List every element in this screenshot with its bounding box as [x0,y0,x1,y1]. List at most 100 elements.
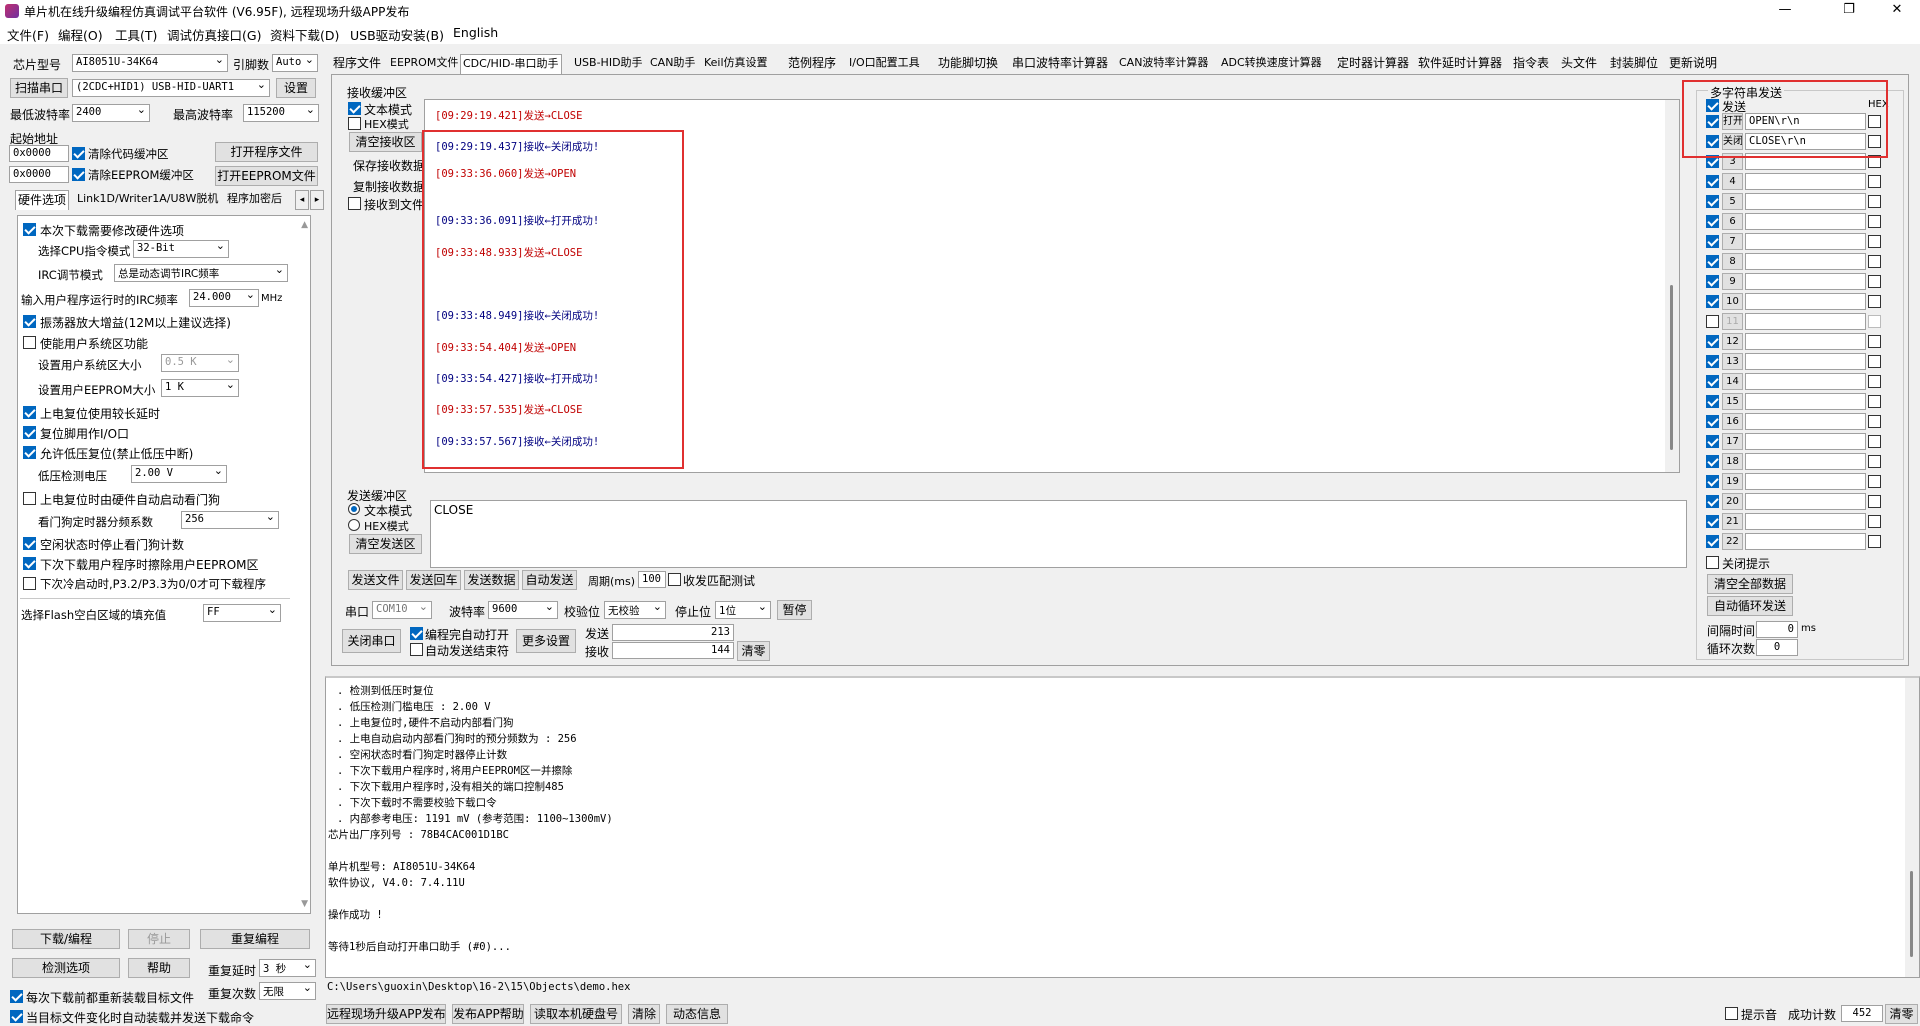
multi-send-checkbox[interactable] [1706,475,1719,488]
menu-tools[interactable]: 工具(T) [115,25,157,44]
multi-hex-checkbox[interactable] [1868,455,1881,468]
multi-send-checkbox[interactable] [1706,455,1719,468]
tab-scroll-right[interactable]: ▸ [310,190,324,210]
irc-freq-select[interactable]: 24.000 [189,289,259,307]
close-button[interactable]: ✕ [1874,0,1920,22]
pin-select[interactable]: Auto [272,54,318,72]
publish-app-help-button[interactable]: 发布APP帮助 [452,1004,524,1024]
receive-scroll-thumb[interactable] [1670,285,1673,450]
period-input[interactable]: 100 [638,571,666,588]
clear-send-button[interactable]: 清空发送区 [349,534,422,554]
long-delay-checkbox[interactable] [23,406,36,419]
multi-send-checkbox[interactable] [1706,215,1719,228]
scroll-down-icon[interactable]: ▼ [301,899,308,909]
multi-send-checkbox[interactable] [1706,235,1719,248]
user-sys-area-checkbox[interactable] [23,336,36,349]
tab-package-pins[interactable]: 封装脚位 [1608,54,1660,74]
multi-hex-checkbox[interactable] [1868,535,1881,548]
reset-pin-io-checkbox[interactable] [23,426,36,439]
log-scrollbar[interactable] [1905,678,1919,977]
repeat-delay-select[interactable]: 3 秒 [259,959,316,977]
menu-english[interactable]: English [453,25,498,40]
maximize-button[interactable]: ❐ [1826,0,1872,22]
multi-send-checkbox[interactable] [1706,355,1719,368]
more-settings-button[interactable]: 更多设置 [516,629,576,653]
menu-debug[interactable]: 调试仿真接口(G) [167,25,261,44]
multi-send-checkbox[interactable] [1706,295,1719,308]
multi-send-button[interactable]: 14 [1722,373,1743,390]
multi-send-checkbox[interactable] [1706,255,1719,268]
detect-options-button[interactable]: 检测选项 [12,958,120,978]
multi-hex-checkbox[interactable] [1868,215,1881,228]
output-log[interactable]: . 检测到低压时复位 . 低压检测门槛电压 : 2.00 V . 上电复位时,硬件不… [325,676,1920,978]
clear-code-checkbox[interactable] [72,147,85,160]
multi-send-button[interactable]: 4 [1722,173,1743,190]
irc-mode-select[interactable]: 总是动态调节IRC频率 [114,264,288,282]
multi-send-input[interactable] [1745,393,1866,410]
pause-button[interactable]: 暂停 [777,600,812,620]
open-eeprom-file-button[interactable]: 打开EEPROM文件 [215,166,318,186]
cpu-mode-select[interactable]: 32-Bit [133,240,229,258]
multi-send-input[interactable] [1745,433,1866,450]
multi-send-input[interactable] [1745,193,1866,210]
multi-send-checkbox[interactable] [1706,335,1719,348]
lv-detect-select[interactable]: 2.00 V [131,465,227,483]
multi-send-input[interactable] [1745,333,1866,350]
multi-send-button[interactable]: 5 [1722,193,1743,210]
multi-hex-checkbox[interactable] [1868,435,1881,448]
multi-send-input[interactable] [1745,533,1866,550]
multi-send-checkbox[interactable] [1706,415,1719,428]
scan-port-button[interactable]: 扫描串口 [10,78,68,98]
multi-send-input[interactable] [1745,493,1866,510]
multi-hex-checkbox[interactable] [1868,315,1881,328]
multi-send-button[interactable]: 11 [1722,313,1743,330]
fill-value-select[interactable]: FF [203,604,281,622]
clear-success-button[interactable]: 清零 [1885,1004,1918,1024]
modify-hw-options-checkbox[interactable] [23,223,36,236]
multi-send-button[interactable]: 12 [1722,333,1743,350]
tab-can-baud-calc[interactable]: CAN波特率计算器 [1117,54,1210,74]
reload-target-checkbox[interactable] [10,990,23,1003]
close-tip-checkbox[interactable] [1706,556,1719,569]
clear-all-data-button[interactable]: 清空全部数据 [1707,574,1793,594]
send-text-mode-radio[interactable] [348,503,360,515]
parity-select[interactable]: 无校验 [604,601,666,619]
low-voltage-reset-checkbox[interactable] [23,446,36,459]
tab-baud-calc[interactable]: 串口波特率计算器 [1010,54,1110,74]
multi-send-input[interactable] [1745,173,1866,190]
stop-button[interactable]: 停止 [128,929,190,949]
cold-boot-checkbox[interactable] [23,577,36,590]
multi-send-button[interactable]: 7 [1722,233,1743,250]
clear-receive-button[interactable]: 清空接收区 [349,132,422,152]
multi-send-checkbox[interactable] [1706,435,1719,448]
min-baud-select[interactable]: 2400 [72,104,150,122]
send-data-button[interactable]: 发送数据 [464,570,519,590]
tab-keil-settings[interactable]: Keil仿真设置 [702,54,770,74]
tab-cdc-hid-serial[interactable]: CDC/HID-串口助手 [460,54,562,74]
auto-open-checkbox[interactable] [410,627,423,640]
read-disk-id-button[interactable]: 读取本机硬盘号 [530,1004,622,1024]
remote-upgrade-publish-button[interactable]: 远程现场升级APP发布 [326,1004,446,1024]
tab-examples[interactable]: 范例程序 [786,54,838,74]
loop-count-input[interactable]: 0 [1756,639,1798,656]
multi-send-input[interactable] [1745,473,1866,490]
multi-hex-checkbox[interactable] [1868,415,1881,428]
interval-input[interactable]: 0 [1756,621,1798,638]
multi-send-button[interactable]: 8 [1722,253,1743,270]
chip-select[interactable]: AI8051U-34K64 [72,54,228,72]
multi-send-input[interactable] [1745,453,1866,470]
match-test-checkbox[interactable] [668,573,681,586]
multi-send-checkbox[interactable] [1706,495,1719,508]
multi-send-input[interactable] [1745,233,1866,250]
port-settings-button[interactable]: 设置 [276,78,316,98]
tab-usb-hid[interactable]: USB-HID助手 [572,54,645,74]
recv-text-mode-checkbox[interactable] [348,102,361,115]
auto-send-button[interactable]: 自动发送 [522,570,577,590]
tab-adc-calc[interactable]: ADC转换速度计算器 [1219,54,1324,74]
auto-end-checkbox[interactable] [410,643,423,656]
multi-hex-checkbox[interactable] [1868,335,1881,348]
tab-scroll-left[interactable]: ◂ [295,190,309,210]
multi-send-button[interactable]: 15 [1722,393,1743,410]
clear-log-button[interactable]: 清除 [628,1004,660,1024]
tab-encryption[interactable]: 程序加密后 [225,190,284,210]
